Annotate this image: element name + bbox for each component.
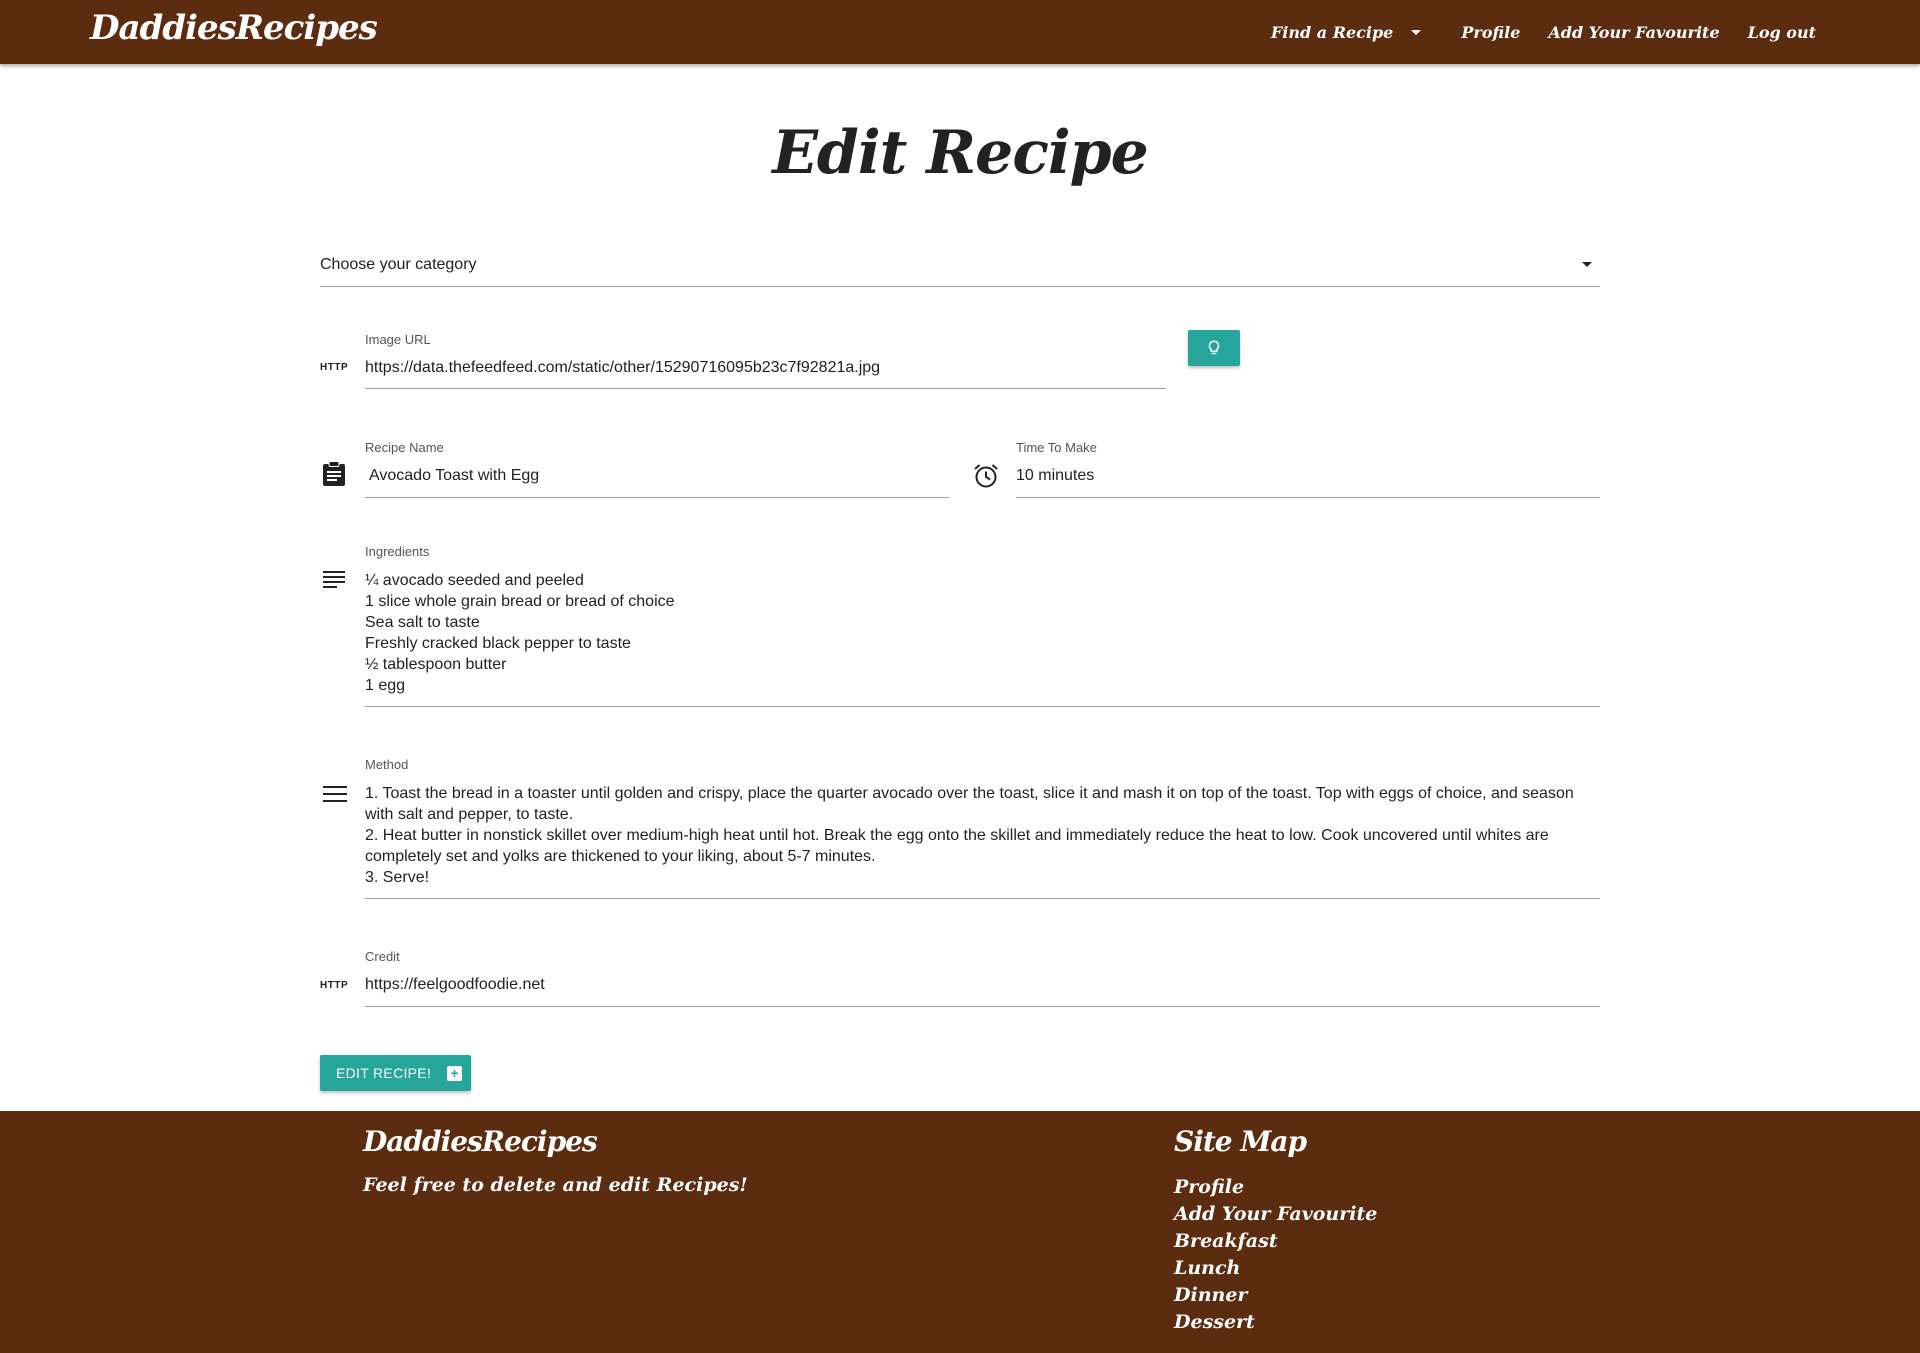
recipe-name-label: Recipe Name [365, 440, 444, 455]
navbar: DaddiesRecipes Find a Recipe Profile Add… [0, 0, 1920, 64]
sitemap-link-breakfast[interactable]: Breakfast [1174, 1228, 1377, 1255]
image-url-underline [365, 388, 1166, 389]
edit-recipe-button[interactable]: EDIT RECIPE! + [320, 1055, 471, 1091]
menu-lines-icon [323, 786, 347, 802]
recipe-name-underline [365, 497, 949, 498]
category-underline [320, 286, 1600, 287]
alarm-clock-icon [974, 464, 998, 488]
dropdown-arrow-icon [1582, 262, 1592, 267]
ingredients-label: Ingredients [365, 544, 430, 559]
sitemap-title: Site Map [1174, 1125, 1307, 1158]
time-to-make-input[interactable]: 10 minutes [1016, 467, 1094, 485]
sitemap-link-profile[interactable]: Profile [1174, 1174, 1377, 1201]
method-step: 1. Toast the bread in a toaster until go… [365, 785, 1574, 823]
chevron-down-icon [1411, 29, 1422, 35]
lightbulb-icon [1208, 340, 1220, 355]
method-step: 3. Serve! [365, 869, 430, 886]
ingredient-line: ¼ avocado seeded and peeled [365, 572, 584, 589]
edit-recipe-button-label: EDIT RECIPE! [336, 1065, 432, 1081]
footer-brand: DaddiesRecipes [363, 1125, 598, 1158]
category-select-value: Choose your category [320, 256, 477, 273]
nav-logout-link[interactable]: Log out [1748, 23, 1816, 42]
sitemap-link-add-favourite[interactable]: Add Your Favourite [1174, 1201, 1377, 1228]
subject-icon [323, 571, 345, 588]
ingredients-textarea[interactable]: ¼ avocado seeded and peeled 1 slice whol… [365, 570, 1595, 696]
sitemap-link-dessert[interactable]: Dessert [1174, 1309, 1377, 1336]
ingredients-underline [365, 706, 1600, 707]
add-box-icon: + [447, 1065, 463, 1081]
method-underline [365, 898, 1600, 899]
clipboard-icon [323, 461, 345, 486]
ingredient-line: Sea salt to taste [365, 614, 480, 631]
credit-underline [365, 1006, 1600, 1007]
ingredient-line: ½ tablespoon butter [365, 656, 507, 673]
nav-profile-link[interactable]: Profile [1461, 23, 1520, 42]
category-select[interactable]: Choose your category [320, 250, 1600, 288]
image-url-label: Image URL [365, 332, 431, 347]
method-step: 2. Heat butter in nonstick skillet over … [365, 827, 1549, 865]
footer: DaddiesRecipes Feel free to delete and e… [0, 1111, 1920, 1353]
method-textarea[interactable]: 1. Toast the bread in a toaster until go… [365, 783, 1595, 888]
sitemap-list: Profile Add Your Favourite Breakfast Lun… [1174, 1174, 1377, 1336]
nav-find-recipe-dropdown[interactable]: Find a Recipe [1271, 23, 1433, 42]
preview-image-button[interactable] [1188, 330, 1240, 366]
recipe-name-input[interactable]: Avocado Toast with Egg [369, 467, 539, 485]
time-to-make-label: Time To Make [1016, 440, 1097, 455]
nav-add-favourite-link[interactable]: Add Your Favourite [1548, 23, 1719, 42]
time-to-make-underline [1016, 497, 1600, 498]
sitemap-link-lunch[interactable]: Lunch [1174, 1255, 1377, 1282]
footer-tagline: Feel free to delete and edit Recipes! [363, 1174, 748, 1196]
credit-label: Credit [365, 949, 400, 964]
nav-links: Find a Recipe Profile Add Your Favourite… [1271, 0, 1816, 64]
nav-find-recipe-label: Find a Recipe [1270, 22, 1394, 42]
http-icon: HTTP [320, 362, 349, 373]
image-url-input[interactable]: https://data.thefeedfeed.com/static/othe… [365, 359, 880, 377]
method-label: Method [365, 757, 409, 772]
page-title: Edit Recipe [772, 118, 1149, 188]
ingredient-line: 1 egg [365, 677, 406, 694]
sitemap-link-dinner[interactable]: Dinner [1174, 1282, 1377, 1309]
ingredient-line: 1 slice whole grain bread or bread of ch… [365, 593, 675, 610]
credit-input[interactable]: https://feelgoodfoodie.net [365, 976, 545, 994]
http-icon: HTTP [320, 980, 349, 991]
ingredient-line: Freshly cracked black pepper to taste [365, 635, 631, 652]
brand-logo[interactable]: DaddiesRecipes [90, 8, 378, 48]
